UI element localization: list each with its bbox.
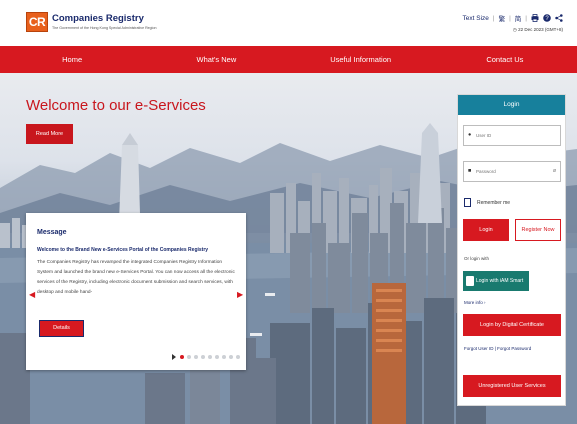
iam-smart-button[interactable]: Login with iAM Smart <box>463 271 529 291</box>
site-header: CR Companies Registry The Government of … <box>0 0 577 46</box>
login-panel: Login ● ■ ø Remember me Login Register N… <box>457 94 566 406</box>
lock-icon: ■ <box>468 168 472 174</box>
message-card: Message Welcome to the Brand New e-Servi… <box>26 213 246 370</box>
cr-logo[interactable]: CR <box>26 12 48 32</box>
read-more-button[interactable]: Read More <box>26 124 73 144</box>
carousel-dot[interactable] <box>222 355 226 359</box>
nav-home[interactable]: Home <box>0 46 144 73</box>
clock-icon: ◷ <box>512 27 517 32</box>
carousel-dot[interactable] <box>236 355 240 359</box>
iam-smart-icon <box>466 276 474 286</box>
date-display: ◷ 22 Dec 2023 (GMT+8) <box>513 27 563 33</box>
lang-traditional-link[interactable]: 繁 <box>499 13 506 23</box>
carousel-dot[interactable] <box>187 355 191 359</box>
date-text: 22 Dec 2023 (GMT+8) <box>518 27 563 32</box>
password-input[interactable] <box>476 169 546 174</box>
carousel-dot[interactable] <box>194 355 198 359</box>
message-body: The Companies Registry has revamped the … <box>37 260 235 295</box>
play-icon[interactable] <box>172 354 176 360</box>
forgot-links[interactable]: Forgot User ID | Forgot Password <box>464 346 531 351</box>
more-info-link[interactable]: More info › <box>464 300 486 305</box>
separator: | <box>492 14 495 22</box>
utility-bar: Text Size | 繁 | 简 | ? <box>463 12 563 24</box>
nav-whats-new[interactable]: What's New <box>144 46 288 73</box>
details-button[interactable]: Details <box>39 320 84 337</box>
lang-simplified-link[interactable]: 简 <box>515 13 522 23</box>
share-icon[interactable] <box>555 14 563 22</box>
remember-me[interactable]: Remember me <box>464 198 510 207</box>
iam-smart-label: Login with iAM Smart <box>476 278 524 284</box>
carousel-dot[interactable] <box>208 355 212 359</box>
carousel-prev-arrow[interactable]: ◀ <box>29 290 35 299</box>
text-size-label[interactable]: Text Size <box>463 15 489 22</box>
nav-useful-information[interactable]: Useful Information <box>289 46 433 73</box>
user-id-field[interactable]: ● <box>463 125 561 146</box>
separator: | <box>509 14 511 22</box>
show-password-icon[interactable]: ø <box>553 168 556 174</box>
password-field[interactable]: ■ ø <box>463 161 561 182</box>
user-id-input[interactable] <box>476 133 546 138</box>
remember-checkbox[interactable] <box>464 198 471 207</box>
main-nav: Home What's New Useful Information Conta… <box>0 46 577 73</box>
site-title[interactable]: Companies Registry <box>52 13 144 24</box>
login-button[interactable]: Login <box>463 219 509 241</box>
site-subtitle: The Government of the Hong Kong Special … <box>52 26 157 30</box>
message-title: Message <box>37 229 67 236</box>
carousel-indicators <box>172 354 240 360</box>
message-headline: Welcome to the Brand New e-Services Port… <box>37 247 209 253</box>
user-icon: ● <box>468 132 472 138</box>
digital-certificate-button[interactable]: Login by Digital Certificate <box>463 314 561 336</box>
help-icon[interactable]: ? <box>543 14 551 22</box>
carousel-next-arrow[interactable]: ▶ <box>237 290 243 299</box>
carousel-dot[interactable] <box>180 355 184 359</box>
carousel-dot[interactable] <box>201 355 205 359</box>
login-title: Login <box>458 95 565 115</box>
separator: | <box>525 14 527 22</box>
register-button[interactable]: Register Now <box>515 219 561 241</box>
carousel-dot[interactable] <box>215 355 219 359</box>
welcome-heading: Welcome to our e-Services <box>26 97 206 114</box>
remember-label: Remember me <box>477 199 511 206</box>
nav-contact-us[interactable]: Contact Us <box>433 46 577 73</box>
print-icon[interactable] <box>531 14 539 22</box>
carousel-dot[interactable] <box>229 355 233 359</box>
or-login-label: Or login with <box>464 256 490 261</box>
unregistered-services-button[interactable]: Unregistered User Services <box>463 375 561 397</box>
